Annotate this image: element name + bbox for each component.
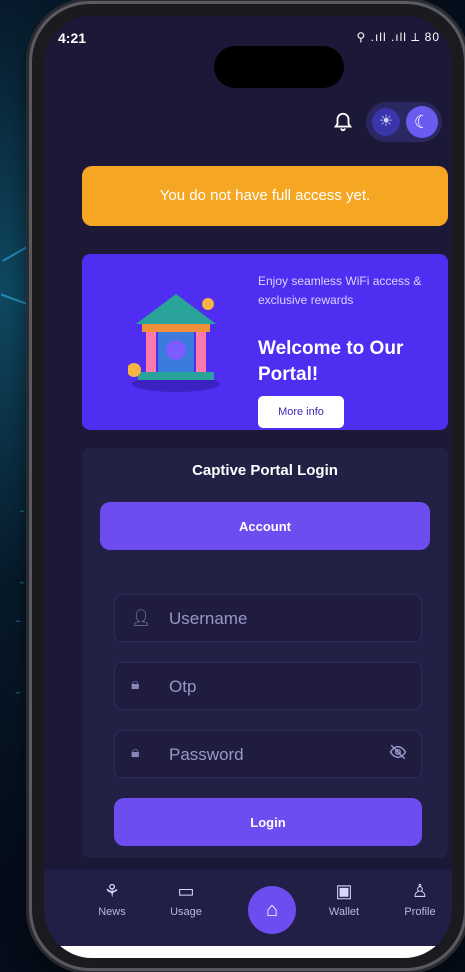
recents-button[interactable]: ■ — [164, 956, 184, 958]
sun-icon[interactable]: ☀ — [372, 108, 400, 136]
profile-icon: ♙ — [411, 881, 429, 901]
bottom-nav: ⚘ News ▭ Usage ⌂ ▣ Wallet ♙ Profile — [44, 870, 452, 946]
top-actions: ☀ ☾ — [332, 100, 442, 144]
nav-item-profile[interactable]: ♙ Profile — [390, 880, 450, 918]
home-icon: ⌂ — [265, 899, 279, 921]
bank-illustration-icon — [128, 294, 220, 392]
login-title: Captive Portal Login — [192, 462, 338, 479]
welcome-banner: Enjoy seamless WiFi access & exclusive r… — [82, 254, 448, 430]
banner-subtitle: Enjoy seamless WiFi access & exclusive r… — [258, 274, 422, 307]
camera-notch — [214, 46, 344, 88]
bell-icon-svg — [333, 112, 353, 132]
password-input[interactable] — [167, 739, 381, 771]
home-button[interactable]: ⌂ — [248, 886, 296, 934]
wallet-icon: ▣ — [335, 881, 353, 901]
account-button[interactable]: Account — [100, 502, 430, 550]
otp-input[interactable] — [167, 671, 381, 703]
system-nav-bar: ■ ◉ ◀ — [44, 946, 452, 958]
eye-off-icon[interactable] — [389, 743, 407, 766]
username-field[interactable]: 👤︎ — [114, 594, 422, 642]
access-alert: You do not have full access yet. — [82, 166, 448, 226]
theme-toggle[interactable]: ☀ ☾ — [366, 102, 442, 142]
nav-label-wallet: Wallet — [328, 906, 360, 918]
eye-off-icon-svg — [389, 744, 407, 760]
password-field[interactable]: 🔒︎ — [114, 730, 422, 778]
moon-icon[interactable]: ☾ — [406, 106, 438, 138]
bell-icon[interactable] — [332, 111, 354, 133]
nav-item-usage[interactable]: ▭ Usage — [156, 880, 216, 918]
phone-screen: 4:21 ⚲ .ıll .ıll ⟂ 80 ☀ ☾ You do not hav… — [44, 16, 452, 958]
nav-item-wallet[interactable]: ▣ Wallet — [314, 880, 374, 918]
login-card: Captive Portal Login Account 👤︎ 🔒︎ 🔒︎ — [82, 448, 448, 858]
news-icon: ⚘ — [103, 881, 121, 901]
nav-label-usage: Usage — [170, 906, 202, 918]
more-info-button[interactable]: More info — [258, 396, 344, 428]
lock-icon: 🔒︎ — [131, 676, 140, 693]
otp-field[interactable]: 🔒︎ — [114, 662, 422, 710]
username-input[interactable] — [167, 603, 381, 635]
nav-label-profile: Profile — [404, 906, 436, 918]
banner-title: Welcome to Our Portal! — [258, 338, 404, 385]
user-icon: 👤︎ — [131, 610, 152, 627]
status-time: 4:21 — [58, 30, 87, 46]
home-system-button[interactable]: ◉ — [254, 956, 274, 958]
lock-icon: 🔒︎ — [131, 744, 140, 761]
usage-icon: ▭ — [177, 881, 195, 901]
nav-label-news: News — [98, 906, 126, 918]
back-button[interactable]: ◀ — [344, 956, 364, 958]
status-indicators: ⚲ .ıll .ıll ⟂ 80 — [356, 30, 440, 44]
login-button[interactable]: Login — [114, 798, 422, 846]
nav-item-news[interactable]: ⚘ News — [82, 880, 142, 918]
phone-frame: 4:21 ⚲ .ıll .ıll ⟂ 80 ☀ ☾ You do not hav… — [32, 4, 464, 968]
